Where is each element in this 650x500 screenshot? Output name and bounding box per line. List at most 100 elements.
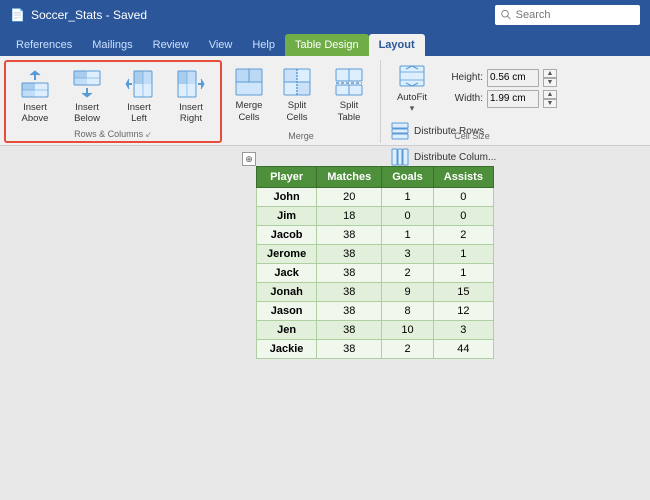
table-row: Jackie38244 xyxy=(257,340,494,359)
table-cell-7-0[interactable]: Jen xyxy=(257,321,317,340)
tab-layout[interactable]: Layout xyxy=(369,34,425,56)
split-table-label: Split Table xyxy=(329,100,369,123)
cell-size-group: AutoFit ▾ Height: 0.56 cm ▲ ▼ xyxy=(381,60,563,143)
table-cell-3-3[interactable]: 1 xyxy=(433,245,493,264)
insert-right-button[interactable]: Insert Right xyxy=(166,63,216,129)
search-box[interactable] xyxy=(495,5,640,25)
table-cell-5-0[interactable]: Jonah xyxy=(257,283,317,302)
table-cell-3-0[interactable]: Jerome xyxy=(257,245,317,264)
tab-mailings[interactable]: Mailings xyxy=(82,34,142,56)
table-cell-7-1[interactable]: 38 xyxy=(317,321,382,340)
table-cell-1-1[interactable]: 18 xyxy=(317,207,382,226)
merge-cells-button[interactable]: MergeCells xyxy=(228,62,270,128)
table-cell-3-2[interactable]: 3 xyxy=(382,245,434,264)
table-cell-6-2[interactable]: 8 xyxy=(382,302,434,321)
table-cell-5-2[interactable]: 9 xyxy=(382,283,434,302)
height-input[interactable]: 0.56 cm xyxy=(487,69,539,87)
tab-help[interactable]: Help xyxy=(242,34,285,56)
split-cells-label: Split Cells xyxy=(277,100,317,123)
table-row: Jen38103 xyxy=(257,321,494,340)
tab-table-design[interactable]: Table Design xyxy=(285,34,369,56)
table-cell-2-0[interactable]: Jacob xyxy=(257,226,317,245)
cell-size-content: AutoFit ▾ Height: 0.56 cm ▲ ▼ xyxy=(387,60,557,168)
insert-left-icon xyxy=(123,68,155,100)
table-cell-0-2[interactable]: 1 xyxy=(382,188,434,207)
table-cell-4-0[interactable]: Jack xyxy=(257,264,317,283)
table-cell-5-3[interactable]: 15 xyxy=(433,283,493,302)
width-row: Width: 1.99 cm ▲ ▼ xyxy=(441,90,557,108)
table-cell-4-2[interactable]: 2 xyxy=(382,264,434,283)
table-cell-5-1[interactable]: 38 xyxy=(317,283,382,302)
table-cell-4-1[interactable]: 38 xyxy=(317,264,382,283)
insert-left-label: Insert Left xyxy=(119,102,159,125)
merge-cells-label: MergeCells xyxy=(236,100,263,123)
search-input[interactable] xyxy=(516,9,634,21)
table-cell-2-3[interactable]: 2 xyxy=(433,226,493,245)
table-cell-8-0[interactable]: Jackie xyxy=(257,340,317,359)
rows-columns-group: Insert Above Insert Below xyxy=(4,60,222,143)
width-down[interactable]: ▼ xyxy=(543,99,557,108)
ribbon: Insert Above Insert Below xyxy=(0,56,650,146)
table-cell-0-3[interactable]: 0 xyxy=(433,188,493,207)
data-table: Player Matches Goals Assists John2010Jim… xyxy=(256,166,494,359)
insert-below-button[interactable]: Insert Below xyxy=(62,63,112,129)
table-cell-8-1[interactable]: 38 xyxy=(317,340,382,359)
title-bar-title: 📄 Soccer_Stats - Saved xyxy=(10,8,147,22)
document-area: ⊕ Player Matches Goals Assists John2010J… xyxy=(0,146,650,500)
autofit-button[interactable]: AutoFit ▾ xyxy=(387,60,437,116)
distribute-columns-button[interactable]: Distribute Colum... xyxy=(387,146,500,168)
split-cells-button[interactable]: Split Cells xyxy=(272,62,322,128)
title-bar: 📄 Soccer_Stats - Saved xyxy=(0,0,650,30)
rows-columns-expand[interactable]: ↙ xyxy=(145,130,152,139)
table-cell-2-2[interactable]: 1 xyxy=(382,226,434,245)
distribute-area: Distribute Rows Distribute Colum... xyxy=(387,120,500,168)
table-cell-7-2[interactable]: 10 xyxy=(382,321,434,340)
insert-above-button[interactable]: Insert Above xyxy=(10,63,60,129)
rows-columns-buttons: Insert Above Insert Below xyxy=(10,63,216,129)
insert-below-icon xyxy=(71,68,103,100)
table-cell-2-1[interactable]: 38 xyxy=(317,226,382,245)
table-cell-6-0[interactable]: Jason xyxy=(257,302,317,321)
table-handle[interactable]: ⊕ xyxy=(242,152,256,166)
autofit-icon xyxy=(398,62,426,90)
width-input[interactable]: 1.99 cm xyxy=(487,90,539,108)
search-icon xyxy=(501,9,512,21)
autofit-area: AutoFit ▾ Height: 0.56 cm ▲ ▼ xyxy=(387,60,557,116)
ribbon-tabs: References Mailings Review View Help Tab… xyxy=(0,30,650,56)
document-content: ⊕ Player Matches Goals Assists John2010J… xyxy=(256,166,494,500)
insert-below-label: Insert Below xyxy=(67,102,107,125)
table-cell-1-3[interactable]: 0 xyxy=(433,207,493,226)
width-up[interactable]: ▲ xyxy=(543,90,557,99)
insert-above-label: Insert Above xyxy=(15,102,55,125)
height-up[interactable]: ▲ xyxy=(543,69,557,78)
table-cell-0-0[interactable]: John xyxy=(257,188,317,207)
table-cell-8-2[interactable]: 2 xyxy=(382,340,434,359)
width-spinner[interactable]: ▲ ▼ xyxy=(543,90,557,108)
table-cell-0-1[interactable]: 20 xyxy=(317,188,382,207)
cell-size-label: Cell Size xyxy=(381,131,563,141)
table-cell-8-3[interactable]: 44 xyxy=(433,340,493,359)
table-cell-4-3[interactable]: 1 xyxy=(433,264,493,283)
height-label: Height: xyxy=(441,72,483,83)
distribute-columns-icon xyxy=(391,148,409,166)
col-header-assists: Assists xyxy=(433,167,493,188)
insert-left-button[interactable]: Insert Left xyxy=(114,63,164,129)
table-cell-1-0[interactable]: Jim xyxy=(257,207,317,226)
table-cell-6-1[interactable]: 38 xyxy=(317,302,382,321)
table-cell-3-1[interactable]: 38 xyxy=(317,245,382,264)
dimensions-inputs: Height: 0.56 cm ▲ ▼ Width: 1.99 cm xyxy=(441,67,557,110)
table-cell-1-2[interactable]: 0 xyxy=(382,207,434,226)
height-row: Height: 0.56 cm ▲ ▼ xyxy=(441,69,557,87)
tab-review[interactable]: Review xyxy=(143,34,199,56)
height-spinner[interactable]: ▲ ▼ xyxy=(543,69,557,87)
table-header-row: Player Matches Goals Assists xyxy=(257,167,494,188)
split-table-button[interactable]: Split Table xyxy=(324,62,374,128)
table-cell-7-3[interactable]: 3 xyxy=(433,321,493,340)
table-row: Jason38812 xyxy=(257,302,494,321)
tab-view[interactable]: View xyxy=(199,34,243,56)
autofit-label: AutoFit xyxy=(397,92,427,103)
split-table-icon xyxy=(333,66,365,98)
height-down[interactable]: ▼ xyxy=(543,78,557,87)
table-cell-6-3[interactable]: 12 xyxy=(433,302,493,321)
tab-references[interactable]: References xyxy=(6,34,82,56)
